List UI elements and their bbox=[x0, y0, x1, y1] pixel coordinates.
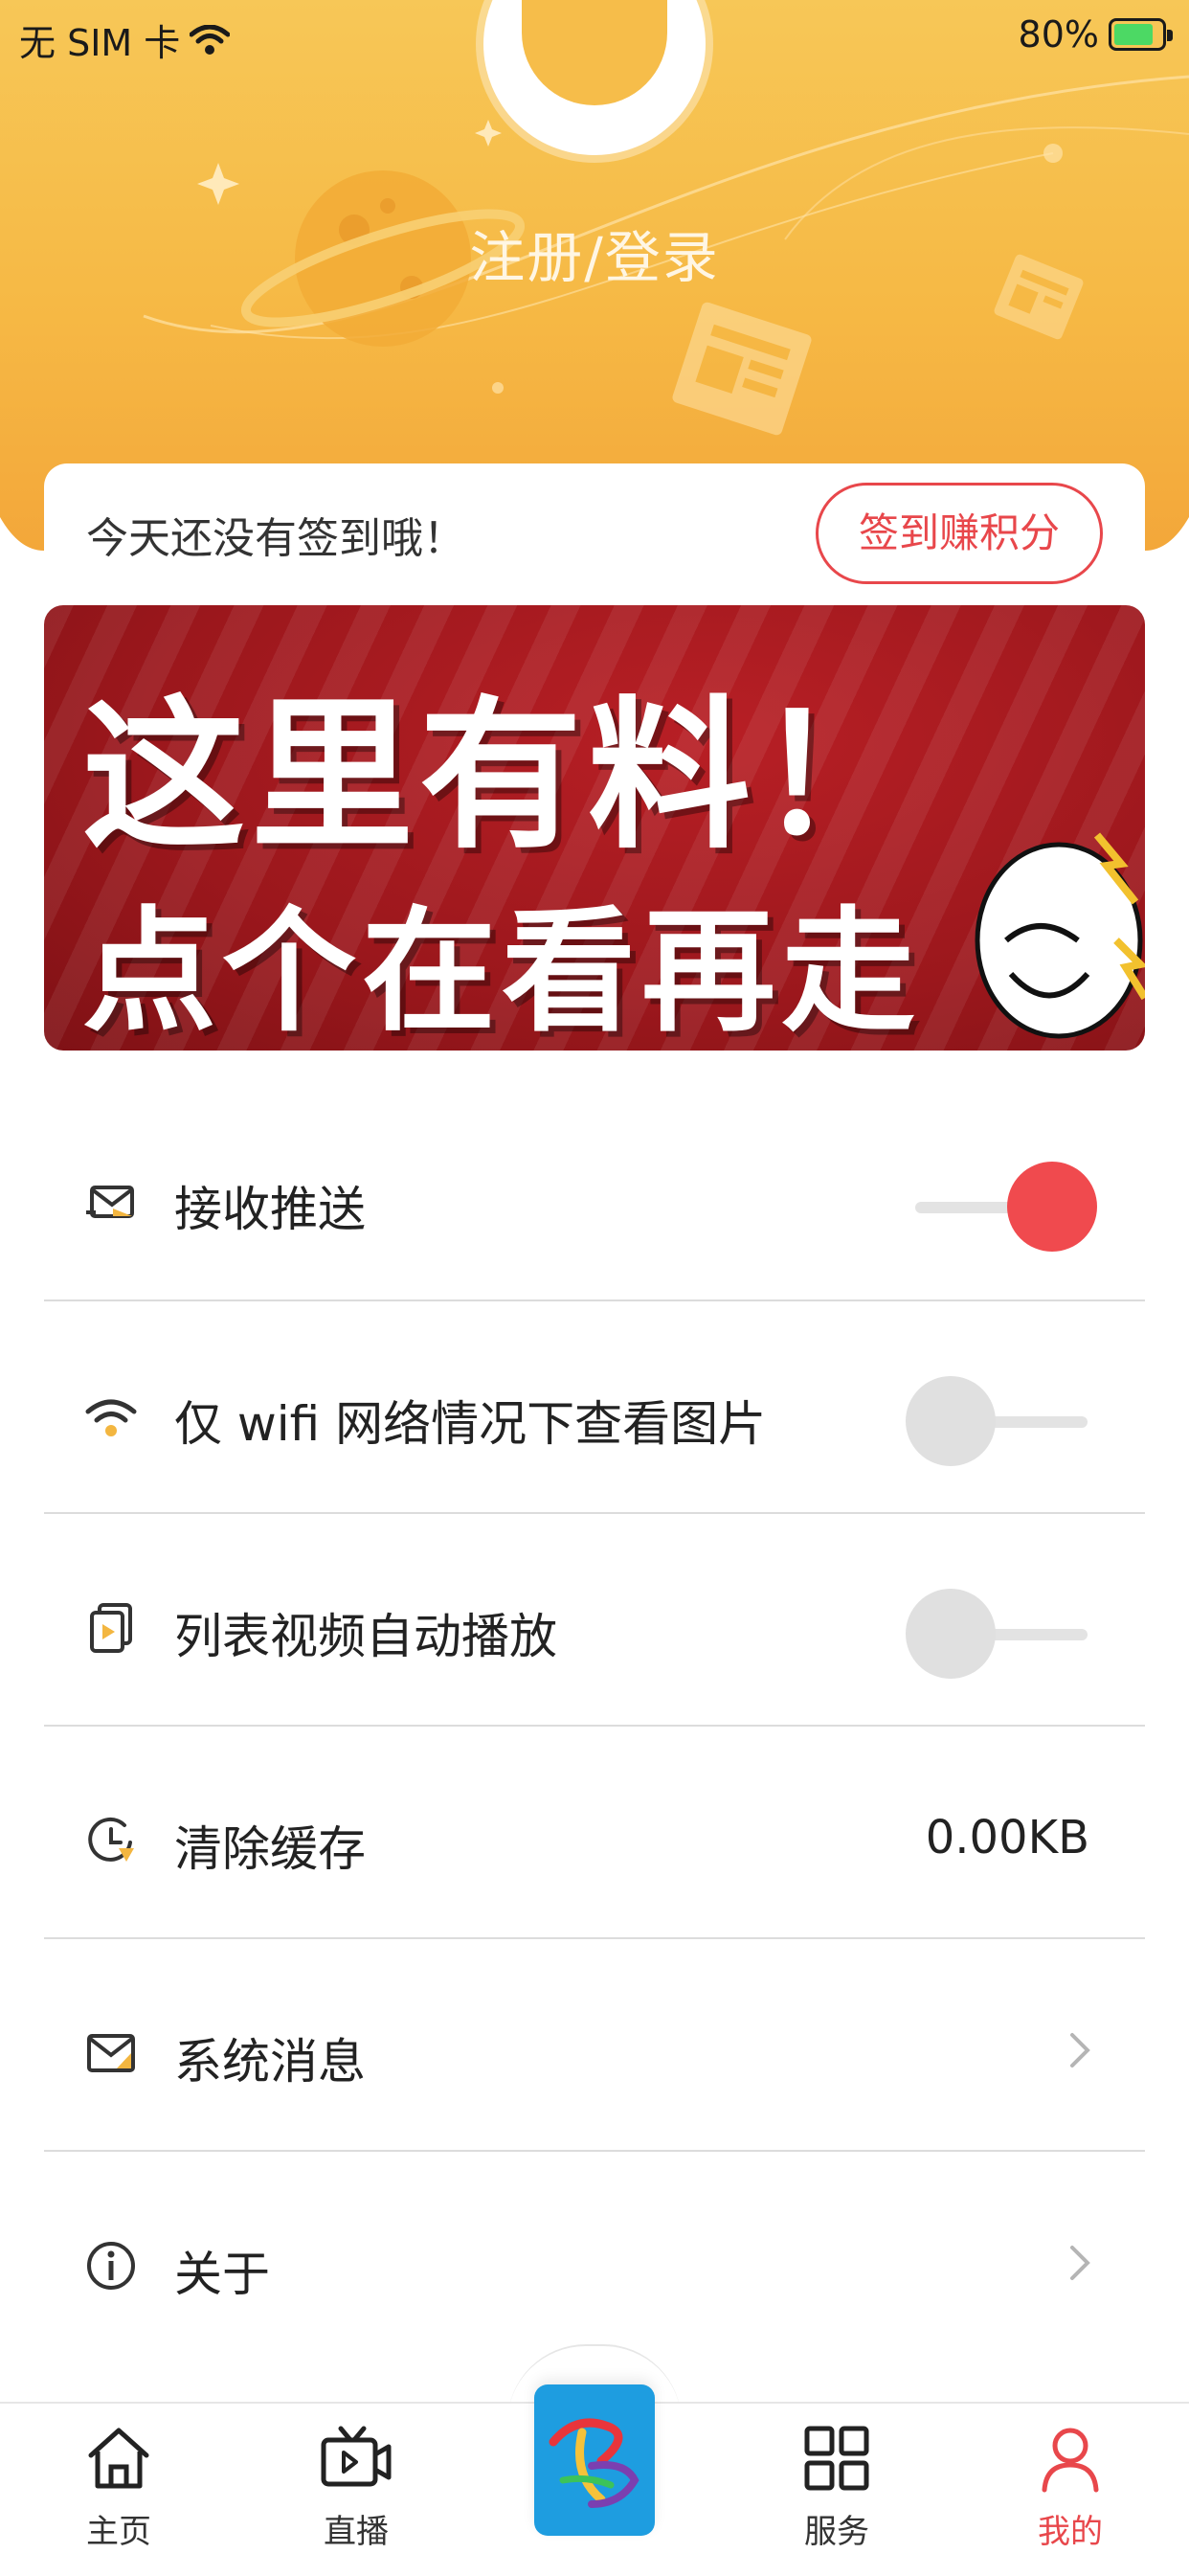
chevron-right-icon bbox=[1070, 2246, 1090, 2280]
banner-headline: 这里有料！ bbox=[82, 682, 926, 871]
setting-label-push: 接收推送 bbox=[174, 1182, 366, 1237]
person-icon bbox=[1042, 2428, 1099, 2493]
clock-refresh-icon bbox=[88, 1817, 134, 1862]
promo-banner[interactable]: 这里有料！ 点个在看再走 bbox=[44, 605, 1145, 1051]
video-list-icon bbox=[90, 1603, 132, 1653]
chevron-right-icon bbox=[1070, 2033, 1090, 2068]
setting-row-clear-cache[interactable]: 清除缓存 0.00KB bbox=[44, 1725, 1145, 1937]
banner-subline: 点个在看再走 bbox=[82, 894, 922, 1051]
battery-icon bbox=[1109, 18, 1173, 51]
checkin-message: 今天还没有签到哦！ bbox=[86, 514, 465, 563]
grid-icon bbox=[804, 2426, 869, 2491]
wifi-icon bbox=[85, 1399, 137, 1436]
login-register-link[interactable]: 注册/登录 bbox=[0, 213, 1189, 293]
home-icon bbox=[88, 2428, 149, 2489]
autoplay-toggle[interactable] bbox=[906, 1589, 1097, 1681]
setting-label-autoplay: 列表视频自动播放 bbox=[174, 1609, 557, 1664]
checkin-button[interactable]: 签到赚积分 bbox=[816, 483, 1103, 584]
app-logo-icon bbox=[549, 2418, 639, 2508]
tab-mine[interactable]: 我的 bbox=[994, 2423, 1147, 2552]
live-tv-icon bbox=[321, 2426, 392, 2487]
setting-row-messages[interactable]: 系统消息 bbox=[44, 1937, 1145, 2150]
tab-services[interactable]: 服务 bbox=[760, 2423, 913, 2552]
checkin-card: 今天还没有签到哦！ 签到赚积分 bbox=[44, 463, 1145, 605]
cartoon-face-icon bbox=[975, 832, 1145, 1039]
tab-label-services: 服务 bbox=[804, 2513, 869, 2551]
envelope-send-icon bbox=[86, 1186, 134, 1218]
cache-size-value: 0.00KB bbox=[925, 1811, 1089, 1864]
setting-row-autoplay[interactable]: 列表视频自动播放 bbox=[44, 1512, 1145, 1725]
tab-label-mine: 我的 bbox=[1038, 2513, 1103, 2551]
setting-label-about: 关于 bbox=[174, 2247, 270, 2302]
setting-label-wifi-images: 仅 wifi 网络情况下查看图片 bbox=[174, 1396, 767, 1452]
tab-live[interactable]: 直播 bbox=[280, 2423, 433, 2552]
info-icon bbox=[87, 2242, 135, 2290]
tab-center-app-logo[interactable] bbox=[534, 2384, 655, 2536]
setting-row-wifi-images[interactable]: 仅 wifi 网络情况下查看图片 bbox=[44, 1299, 1145, 1512]
setting-row-push[interactable]: 接收推送 bbox=[44, 1087, 1145, 1299]
tab-home[interactable]: 主页 bbox=[42, 2423, 195, 2552]
tab-label-live: 直播 bbox=[324, 2513, 389, 2551]
wifi-images-toggle[interactable] bbox=[906, 1376, 1097, 1468]
settings-list: 接收推送 仅 wifi 网络情况下查看图片 列表视频自动播放 清除缓存 0.00… bbox=[44, 1087, 1145, 2362]
setting-label-clear-cache: 清除缓存 bbox=[174, 1821, 366, 1877]
mail-icon bbox=[87, 2034, 135, 2072]
battery-percent: 80% bbox=[1018, 13, 1099, 56]
tab-label-home: 主页 bbox=[86, 2513, 151, 2551]
setting-row-about[interactable]: 关于 bbox=[44, 2150, 1145, 2362]
status-right: 80% bbox=[1018, 13, 1173, 56]
push-toggle[interactable] bbox=[906, 1162, 1097, 1254]
setting-label-messages: 系统消息 bbox=[174, 2034, 366, 2090]
